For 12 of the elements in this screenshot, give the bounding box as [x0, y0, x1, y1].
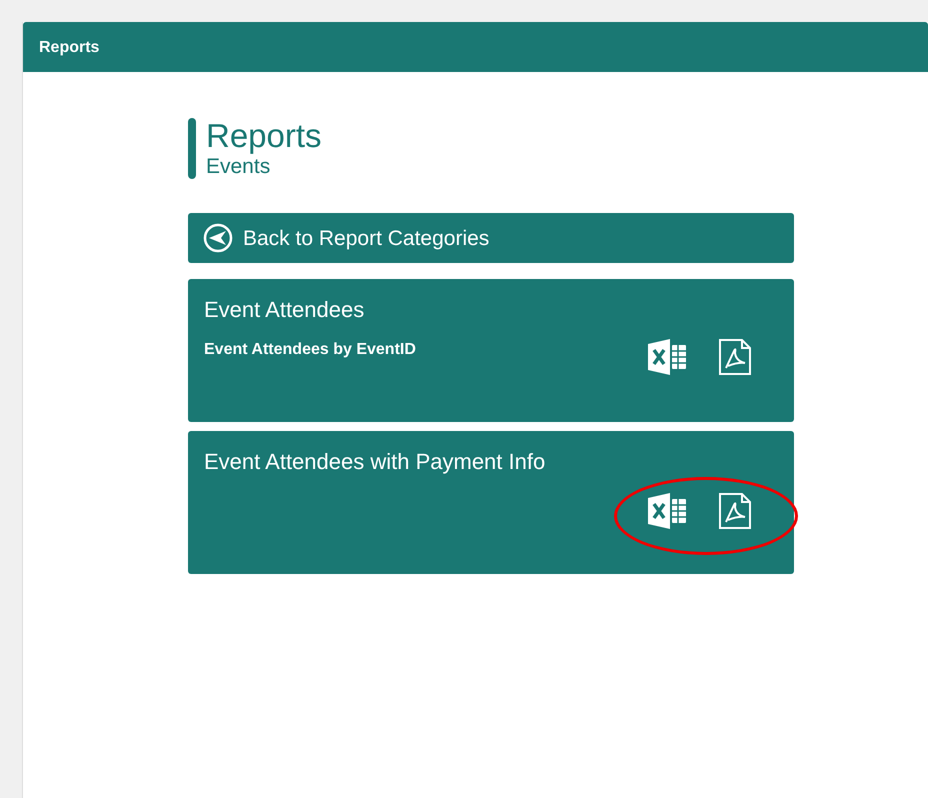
spreadsheet-icon[interactable] — [648, 339, 688, 376]
report-description: Event Attendees by EventID — [204, 340, 416, 360]
report-title: Event Attendees — [204, 297, 366, 324]
back-button[interactable]: Back to Report Categories — [188, 213, 794, 264]
pdf-icon[interactable] — [718, 493, 752, 530]
pdf-icon[interactable] — [718, 339, 752, 376]
panel-title: Reports — [23, 22, 928, 72]
page-title: Reports — [206, 118, 322, 154]
report-title: Event Attendees with Payment Info — [204, 449, 546, 476]
spreadsheet-icon[interactable] — [648, 493, 688, 530]
accent-bar — [188, 118, 196, 180]
page-subtitle: Events — [206, 154, 272, 180]
